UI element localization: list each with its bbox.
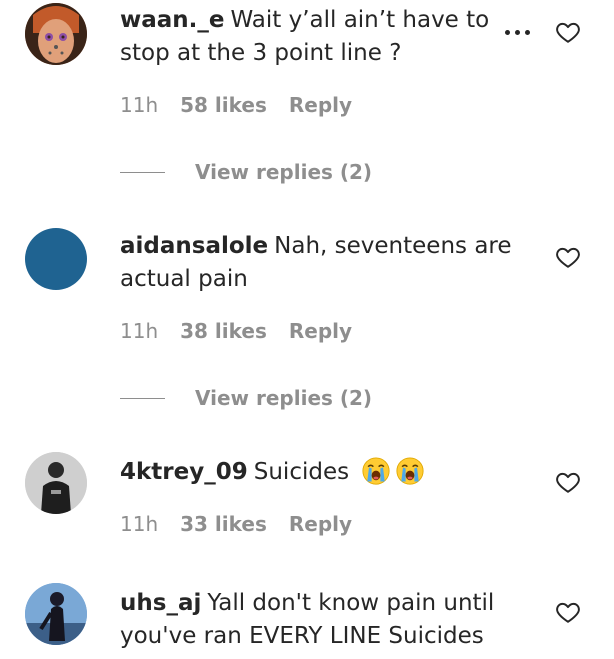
comment-likes[interactable]: 33 likes xyxy=(180,512,267,536)
view-replies-label[interactable]: View replies (2) xyxy=(195,386,372,410)
reply-button[interactable]: Reply xyxy=(289,93,352,117)
comment-meta: 11h 58 likes Reply xyxy=(120,93,520,117)
comment-username[interactable]: uhs_aj xyxy=(120,590,201,616)
comments-list: waan._e Wait y’all ain’t have to stop at … xyxy=(0,0,614,659)
more-options-icon[interactable] xyxy=(505,30,530,35)
replies-divider xyxy=(120,397,165,399)
reply-button[interactable]: Reply xyxy=(289,512,352,536)
avatar[interactable] xyxy=(25,583,87,645)
avatar[interactable] xyxy=(25,3,87,65)
avatar[interactable] xyxy=(25,228,87,290)
comment-time[interactable]: 11h xyxy=(120,93,158,117)
avatar-image xyxy=(25,583,87,645)
comment-meta: 11h 33 likes Reply xyxy=(120,512,520,536)
comment-text: uhs_aj Yall don't know pain until you've … xyxy=(120,587,520,653)
loudly-crying-face-icon xyxy=(362,457,390,485)
comment-time[interactable]: 11h xyxy=(120,512,158,536)
view-replies[interactable]: View replies (2) xyxy=(120,386,372,410)
comment-meta: 11h 38 likes Reply xyxy=(120,319,520,343)
comment-username[interactable]: 4ktrey_09 xyxy=(120,459,248,485)
heart-outline-icon[interactable] xyxy=(555,469,581,495)
comment-text: 4ktrey_09 Suicides xyxy=(120,456,520,489)
comment-text: aidansalole Nah, seventeens are actual pa… xyxy=(120,230,520,296)
replies-divider xyxy=(120,171,165,173)
comment-likes[interactable]: 58 likes xyxy=(180,93,267,117)
heart-outline-icon[interactable] xyxy=(555,244,581,270)
reply-button[interactable]: Reply xyxy=(289,319,352,343)
comment-time[interactable]: 11h xyxy=(120,319,158,343)
comment-username[interactable]: waan._e xyxy=(120,7,225,33)
heart-outline-icon[interactable] xyxy=(555,599,581,625)
view-replies[interactable]: View replies (2) xyxy=(120,160,372,184)
heart-outline-icon[interactable] xyxy=(555,19,581,45)
avatar[interactable] xyxy=(25,452,87,514)
avatar-image xyxy=(25,3,87,65)
comment-text: waan._e Wait y’all ain’t have to stop at … xyxy=(120,4,520,70)
view-replies-label[interactable]: View replies (2) xyxy=(195,160,372,184)
comment-body: Suicides xyxy=(253,459,350,485)
avatar-image xyxy=(25,452,87,514)
loudly-crying-face-icon xyxy=(396,457,424,485)
comment-likes[interactable]: 38 likes xyxy=(180,319,267,343)
comment-username[interactable]: aidansalole xyxy=(120,233,268,259)
